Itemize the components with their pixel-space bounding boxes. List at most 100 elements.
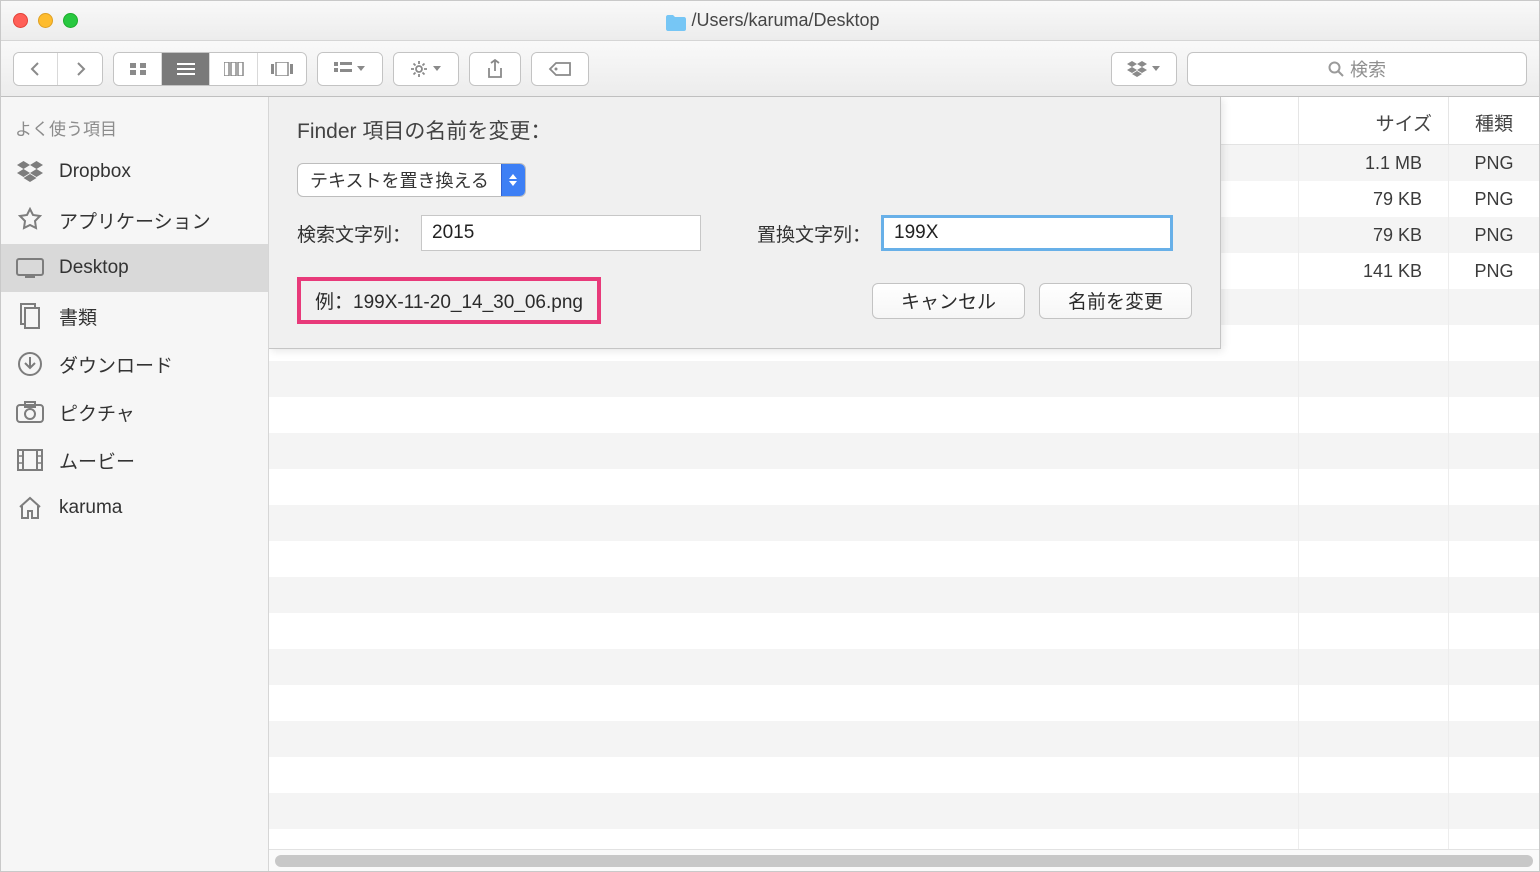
table-row[interactable] — [269, 469, 1539, 505]
cell-kind — [1449, 757, 1539, 793]
applications-icon — [15, 207, 45, 233]
tags-button[interactable] — [532, 53, 588, 85]
cell-name — [269, 541, 1299, 577]
table-row[interactable] — [269, 361, 1539, 397]
cell-kind — [1449, 649, 1539, 685]
sidebar-item-desktop[interactable]: Desktop — [1, 244, 268, 292]
sidebar-item-label: karuma — [59, 497, 122, 519]
table-row[interactable] — [269, 685, 1539, 721]
downloads-icon — [15, 351, 45, 377]
cell-kind: PNG — [1449, 145, 1539, 181]
dropbox-icon — [15, 159, 45, 185]
search-field[interactable]: 検索 — [1187, 52, 1527, 86]
cell-name — [269, 685, 1299, 721]
replace-input[interactable] — [881, 215, 1173, 251]
cell-name — [269, 397, 1299, 433]
coverflow-view-button[interactable] — [258, 53, 306, 85]
search-placeholder: 検索 — [1350, 56, 1386, 82]
sidebar-item-home[interactable]: karuma — [1, 484, 268, 532]
sidebar-item-dropbox[interactable]: Dropbox — [1, 148, 268, 196]
cell-size: 79 KB — [1299, 217, 1449, 253]
cell-size — [1299, 361, 1449, 397]
table-row[interactable] — [269, 757, 1539, 793]
cell-kind — [1449, 793, 1539, 829]
share-button[interactable] — [470, 53, 520, 85]
traffic-lights — [13, 13, 78, 28]
column-header-size[interactable]: サイズ — [1299, 97, 1449, 144]
rename-button[interactable]: 名前を変更 — [1039, 283, 1192, 319]
dropbox-group — [1111, 52, 1177, 86]
arrange-button[interactable] — [318, 53, 382, 85]
cell-kind — [1449, 541, 1539, 577]
movies-icon — [15, 447, 45, 473]
table-row[interactable] — [269, 793, 1539, 829]
column-header-kind[interactable]: 種類 — [1449, 97, 1539, 144]
find-input[interactable] — [421, 215, 701, 251]
toolbar: 検索 — [1, 41, 1539, 97]
sidebar-item-downloads[interactable]: ダウンロード — [1, 340, 268, 388]
cell-name — [269, 793, 1299, 829]
list-view-button[interactable] — [162, 53, 210, 85]
cell-kind — [1449, 325, 1539, 361]
finder-window: /Users/karuma/Desktop — [0, 0, 1540, 872]
table-row[interactable] — [269, 721, 1539, 757]
action-group — [393, 52, 459, 86]
dropbox-toolbar-button[interactable] — [1112, 53, 1176, 85]
sidebar-item-applications[interactable]: アプリケーション — [1, 196, 268, 244]
table-row[interactable] — [269, 649, 1539, 685]
cell-kind — [1449, 397, 1539, 433]
cell-name — [269, 721, 1299, 757]
back-button[interactable] — [14, 53, 58, 85]
cell-kind — [1449, 685, 1539, 721]
minimize-window-button[interactable] — [38, 13, 53, 28]
share-group — [469, 52, 521, 86]
cell-name — [269, 361, 1299, 397]
folder-icon — [665, 14, 683, 28]
forward-button[interactable] — [58, 53, 102, 85]
action-button[interactable] — [394, 53, 458, 85]
cell-size — [1299, 721, 1449, 757]
table-row[interactable] — [269, 541, 1539, 577]
documents-icon — [15, 303, 45, 329]
sidebar-item-label: ダウンロード — [59, 351, 173, 378]
cell-kind — [1449, 433, 1539, 469]
rename-mode-dropdown[interactable]: テキストを置き換える — [297, 163, 526, 197]
sidebar-item-label: 書類 — [59, 303, 97, 330]
cell-name — [269, 433, 1299, 469]
sidebar-item-label: Dropbox — [59, 161, 131, 183]
table-row[interactable] — [269, 397, 1539, 433]
cell-size — [1299, 505, 1449, 541]
horizontal-scrollbar[interactable] — [269, 849, 1539, 871]
rename-panel: Finder 項目の名前を変更： テキストを置き換える 検索文字列： 置換文字列… — [269, 97, 1221, 349]
cell-kind — [1449, 613, 1539, 649]
sidebar: よく使う項目 Dropbox アプリケーション Desktop — [1, 97, 269, 871]
icon-view-button[interactable] — [114, 53, 162, 85]
window-title: /Users/karuma/Desktop — [691, 10, 879, 31]
pictures-icon — [15, 399, 45, 425]
find-label: 検索文字列： — [297, 220, 411, 247]
table-row[interactable] — [269, 577, 1539, 613]
chevron-down-icon — [356, 65, 366, 73]
dropbox-icon — [1127, 61, 1147, 77]
replace-label: 置換文字列： — [757, 220, 871, 247]
sidebar-item-pictures[interactable]: ピクチャ — [1, 388, 268, 436]
cell-size — [1299, 289, 1449, 325]
zoom-window-button[interactable] — [63, 13, 78, 28]
search-icon — [1328, 61, 1344, 77]
sidebar-item-documents[interactable]: 書類 — [1, 292, 268, 340]
table-row[interactable] — [269, 433, 1539, 469]
column-view-button[interactable] — [210, 53, 258, 85]
nav-back-forward — [13, 52, 103, 86]
close-window-button[interactable] — [13, 13, 28, 28]
titlebar: /Users/karuma/Desktop — [1, 1, 1539, 41]
table-row[interactable] — [269, 613, 1539, 649]
cancel-button[interactable]: キャンセル — [872, 283, 1025, 319]
cell-size — [1299, 793, 1449, 829]
view-mode-group — [113, 52, 307, 86]
cell-kind — [1449, 361, 1539, 397]
cell-name — [269, 577, 1299, 613]
table-row[interactable] — [269, 505, 1539, 541]
sidebar-item-movies[interactable]: ムービー — [1, 436, 268, 484]
scrollbar-thumb[interactable] — [275, 855, 1533, 867]
rename-mode-label: テキストを置き換える — [298, 164, 501, 196]
